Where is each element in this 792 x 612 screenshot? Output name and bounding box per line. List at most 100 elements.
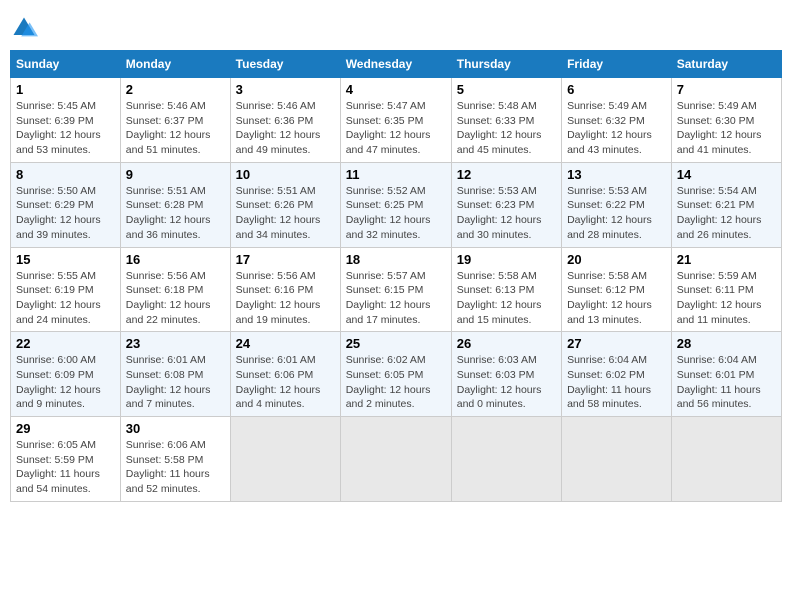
calendar-body: 1 Sunrise: 5:45 AMSunset: 6:39 PMDayligh… (11, 78, 782, 502)
day-number: 6 (567, 82, 666, 97)
calendar-day-cell: 14 Sunrise: 5:54 AMSunset: 6:21 PMDaylig… (671, 162, 781, 247)
logo-icon (10, 14, 38, 42)
day-info: Sunrise: 5:47 AMSunset: 6:35 PMDaylight:… (346, 99, 446, 158)
day-info: Sunrise: 5:51 AMSunset: 6:28 PMDaylight:… (126, 184, 225, 243)
day-number: 20 (567, 252, 666, 267)
calendar-week-row: 15 Sunrise: 5:55 AMSunset: 6:19 PMDaylig… (11, 247, 782, 332)
calendar-day-cell: 20 Sunrise: 5:58 AMSunset: 6:12 PMDaylig… (562, 247, 672, 332)
calendar-day-cell: 10 Sunrise: 5:51 AMSunset: 6:26 PMDaylig… (230, 162, 340, 247)
day-number: 24 (236, 336, 335, 351)
calendar-day-cell: 18 Sunrise: 5:57 AMSunset: 6:15 PMDaylig… (340, 247, 451, 332)
day-info: Sunrise: 6:01 AMSunset: 6:06 PMDaylight:… (236, 353, 335, 412)
calendar-day-cell: 9 Sunrise: 5:51 AMSunset: 6:28 PMDayligh… (120, 162, 230, 247)
calendar-day-cell: 26 Sunrise: 6:03 AMSunset: 6:03 PMDaylig… (451, 332, 561, 417)
weekday-header-cell: Wednesday (340, 51, 451, 78)
calendar-day-cell (671, 417, 781, 502)
calendar-day-cell: 16 Sunrise: 5:56 AMSunset: 6:18 PMDaylig… (120, 247, 230, 332)
day-info: Sunrise: 5:52 AMSunset: 6:25 PMDaylight:… (346, 184, 446, 243)
day-number: 30 (126, 421, 225, 436)
calendar-day-cell: 22 Sunrise: 6:00 AMSunset: 6:09 PMDaylig… (11, 332, 121, 417)
day-info: Sunrise: 5:53 AMSunset: 6:23 PMDaylight:… (457, 184, 556, 243)
day-info: Sunrise: 5:49 AMSunset: 6:30 PMDaylight:… (677, 99, 776, 158)
day-info: Sunrise: 5:59 AMSunset: 6:11 PMDaylight:… (677, 269, 776, 328)
calendar-day-cell: 4 Sunrise: 5:47 AMSunset: 6:35 PMDayligh… (340, 78, 451, 163)
day-info: Sunrise: 5:51 AMSunset: 6:26 PMDaylight:… (236, 184, 335, 243)
day-number: 7 (677, 82, 776, 97)
calendar-day-cell: 1 Sunrise: 5:45 AMSunset: 6:39 PMDayligh… (11, 78, 121, 163)
day-number: 14 (677, 167, 776, 182)
day-info: Sunrise: 6:04 AMSunset: 6:02 PMDaylight:… (567, 353, 666, 412)
day-number: 22 (16, 336, 115, 351)
weekday-header-row: SundayMondayTuesdayWednesdayThursdayFrid… (11, 51, 782, 78)
day-number: 12 (457, 167, 556, 182)
day-info: Sunrise: 6:00 AMSunset: 6:09 PMDaylight:… (16, 353, 115, 412)
day-info: Sunrise: 5:53 AMSunset: 6:22 PMDaylight:… (567, 184, 666, 243)
weekday-header-cell: Monday (120, 51, 230, 78)
day-info: Sunrise: 6:04 AMSunset: 6:01 PMDaylight:… (677, 353, 776, 412)
calendar-table: SundayMondayTuesdayWednesdayThursdayFrid… (10, 50, 782, 502)
day-number: 5 (457, 82, 556, 97)
day-number: 16 (126, 252, 225, 267)
day-info: Sunrise: 6:02 AMSunset: 6:05 PMDaylight:… (346, 353, 446, 412)
day-info: Sunrise: 5:45 AMSunset: 6:39 PMDaylight:… (16, 99, 115, 158)
calendar-day-cell (562, 417, 672, 502)
day-number: 8 (16, 167, 115, 182)
day-info: Sunrise: 6:01 AMSunset: 6:08 PMDaylight:… (126, 353, 225, 412)
calendar-week-row: 22 Sunrise: 6:00 AMSunset: 6:09 PMDaylig… (11, 332, 782, 417)
day-number: 3 (236, 82, 335, 97)
day-number: 19 (457, 252, 556, 267)
weekday-header-cell: Friday (562, 51, 672, 78)
calendar-day-cell: 28 Sunrise: 6:04 AMSunset: 6:01 PMDaylig… (671, 332, 781, 417)
weekday-header-cell: Sunday (11, 51, 121, 78)
calendar-day-cell: 25 Sunrise: 6:02 AMSunset: 6:05 PMDaylig… (340, 332, 451, 417)
day-info: Sunrise: 6:05 AMSunset: 5:59 PMDaylight:… (16, 438, 115, 497)
day-number: 15 (16, 252, 115, 267)
day-number: 25 (346, 336, 446, 351)
day-number: 13 (567, 167, 666, 182)
day-number: 18 (346, 252, 446, 267)
day-info: Sunrise: 5:56 AMSunset: 6:16 PMDaylight:… (236, 269, 335, 328)
day-info: Sunrise: 5:54 AMSunset: 6:21 PMDaylight:… (677, 184, 776, 243)
day-info: Sunrise: 6:06 AMSunset: 5:58 PMDaylight:… (126, 438, 225, 497)
calendar-week-row: 1 Sunrise: 5:45 AMSunset: 6:39 PMDayligh… (11, 78, 782, 163)
day-number: 27 (567, 336, 666, 351)
calendar-day-cell: 15 Sunrise: 5:55 AMSunset: 6:19 PMDaylig… (11, 247, 121, 332)
calendar-day-cell (340, 417, 451, 502)
day-info: Sunrise: 5:48 AMSunset: 6:33 PMDaylight:… (457, 99, 556, 158)
day-number: 11 (346, 167, 446, 182)
header (10, 10, 782, 42)
day-info: Sunrise: 5:46 AMSunset: 6:37 PMDaylight:… (126, 99, 225, 158)
calendar-week-row: 8 Sunrise: 5:50 AMSunset: 6:29 PMDayligh… (11, 162, 782, 247)
day-info: Sunrise: 5:56 AMSunset: 6:18 PMDaylight:… (126, 269, 225, 328)
calendar-day-cell: 13 Sunrise: 5:53 AMSunset: 6:22 PMDaylig… (562, 162, 672, 247)
day-info: Sunrise: 5:55 AMSunset: 6:19 PMDaylight:… (16, 269, 115, 328)
day-number: 26 (457, 336, 556, 351)
calendar-day-cell: 19 Sunrise: 5:58 AMSunset: 6:13 PMDaylig… (451, 247, 561, 332)
calendar-day-cell: 8 Sunrise: 5:50 AMSunset: 6:29 PMDayligh… (11, 162, 121, 247)
calendar-day-cell: 27 Sunrise: 6:04 AMSunset: 6:02 PMDaylig… (562, 332, 672, 417)
logo (10, 14, 41, 42)
day-number: 17 (236, 252, 335, 267)
calendar-day-cell: 17 Sunrise: 5:56 AMSunset: 6:16 PMDaylig… (230, 247, 340, 332)
day-number: 10 (236, 167, 335, 182)
day-number: 29 (16, 421, 115, 436)
calendar-day-cell (230, 417, 340, 502)
calendar-day-cell: 5 Sunrise: 5:48 AMSunset: 6:33 PMDayligh… (451, 78, 561, 163)
day-number: 23 (126, 336, 225, 351)
day-info: Sunrise: 5:58 AMSunset: 6:13 PMDaylight:… (457, 269, 556, 328)
calendar-day-cell: 30 Sunrise: 6:06 AMSunset: 5:58 PMDaylig… (120, 417, 230, 502)
day-number: 9 (126, 167, 225, 182)
calendar-day-cell: 6 Sunrise: 5:49 AMSunset: 6:32 PMDayligh… (562, 78, 672, 163)
day-info: Sunrise: 6:03 AMSunset: 6:03 PMDaylight:… (457, 353, 556, 412)
weekday-header-cell: Saturday (671, 51, 781, 78)
calendar-week-row: 29 Sunrise: 6:05 AMSunset: 5:59 PMDaylig… (11, 417, 782, 502)
weekday-header-cell: Tuesday (230, 51, 340, 78)
day-number: 2 (126, 82, 225, 97)
calendar-day-cell: 3 Sunrise: 5:46 AMSunset: 6:36 PMDayligh… (230, 78, 340, 163)
day-number: 21 (677, 252, 776, 267)
day-info: Sunrise: 5:46 AMSunset: 6:36 PMDaylight:… (236, 99, 335, 158)
calendar-day-cell: 21 Sunrise: 5:59 AMSunset: 6:11 PMDaylig… (671, 247, 781, 332)
day-info: Sunrise: 5:58 AMSunset: 6:12 PMDaylight:… (567, 269, 666, 328)
day-number: 1 (16, 82, 115, 97)
weekday-header-cell: Thursday (451, 51, 561, 78)
